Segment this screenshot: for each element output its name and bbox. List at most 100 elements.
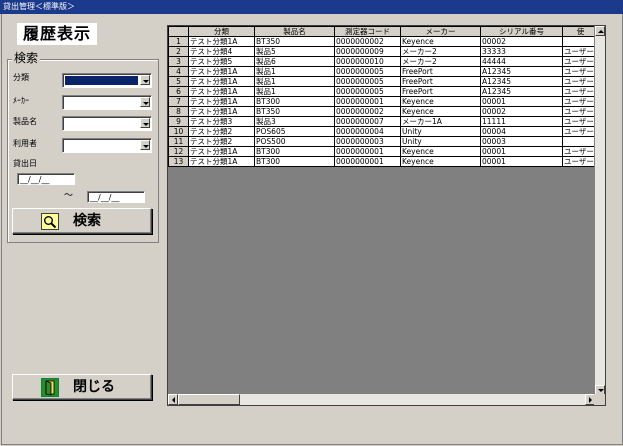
cell-maker[interactable]: Unity xyxy=(400,136,481,147)
category-select[interactable] xyxy=(62,73,152,88)
cell-maker[interactable]: メーカー2 xyxy=(400,56,481,67)
column-header-rownum[interactable] xyxy=(168,26,189,37)
cell-category[interactable]: テスト分類4 xyxy=(188,46,255,57)
cell-code[interactable]: 0000000005 xyxy=(334,86,401,97)
cell-product[interactable]: BT300 xyxy=(254,146,335,157)
horizontal-scrollbar[interactable] xyxy=(168,393,595,405)
date-from-input[interactable]: __/__/__ xyxy=(17,173,75,185)
cell-product[interactable]: POS500 xyxy=(254,136,335,147)
cell-row-number[interactable]: 7 xyxy=(168,96,189,107)
cell-product[interactable]: POS605 xyxy=(254,126,335,137)
history-grid[interactable]: 分類 製品名 測定器コード メーカー シリアル番号 使 1 テスト分類1A BT35… xyxy=(167,25,606,406)
cell-row-number[interactable]: 3 xyxy=(168,56,189,67)
cell-maker[interactable]: Keyence xyxy=(400,36,481,47)
cell-product[interactable]: 製品6 xyxy=(254,56,335,67)
cell-code[interactable]: 0000000004 xyxy=(334,126,401,137)
chevron-down-icon[interactable] xyxy=(140,75,150,85)
cell-row-number[interactable]: 10 xyxy=(168,126,189,137)
cell-maker[interactable]: Keyence xyxy=(400,156,481,167)
scroll-thumb[interactable] xyxy=(178,394,240,405)
cell-code[interactable]: 0000000005 xyxy=(334,66,401,77)
cell-category[interactable]: テスト分類1A xyxy=(188,156,255,167)
cell-serial[interactable]: A12345 xyxy=(480,66,563,77)
cell-category[interactable]: テスト分類1A xyxy=(188,96,255,107)
cell-maker[interactable]: Unity xyxy=(400,126,481,137)
table-row[interactable]: 12 テスト分類1A BT300 0000000001 Keyence 00001 ユーザー xyxy=(168,146,599,157)
cell-serial[interactable]: 00004 xyxy=(480,126,563,137)
cell-serial[interactable]: 00001 xyxy=(480,96,563,107)
cell-product[interactable]: BT300 xyxy=(254,156,335,167)
cell-code[interactable]: 0000000002 xyxy=(334,106,401,117)
cell-row-number[interactable]: 4 xyxy=(168,66,189,77)
cell-product[interactable]: 製品1 xyxy=(254,66,335,77)
cell-row-number[interactable]: 12 xyxy=(168,146,189,157)
cell-code[interactable]: 0000000001 xyxy=(334,96,401,107)
cell-row-number[interactable]: 11 xyxy=(168,136,189,147)
cell-product[interactable]: BT300 xyxy=(254,96,335,107)
column-header-product[interactable]: 製品名 xyxy=(254,26,335,37)
table-row[interactable]: 7 テスト分類1A BT300 0000000001 Keyence 00001 ユーザー xyxy=(168,96,599,107)
cell-product[interactable]: 製品1 xyxy=(254,86,335,97)
product-select[interactable] xyxy=(62,116,152,131)
cell-category[interactable]: テスト分類2 xyxy=(188,126,255,137)
cell-code[interactable]: 0000000010 xyxy=(334,56,401,67)
cell-serial[interactable]: A12345 xyxy=(480,76,563,87)
table-row[interactable]: 8 テスト分類1A BT350 0000000002 Keyence 00002 ユーザー xyxy=(168,106,599,117)
table-row[interactable]: 5 テスト分類1A 製品1 0000000005 FreePort A12345 ユーザー xyxy=(168,76,599,87)
cell-code[interactable]: 0000000001 xyxy=(334,146,401,157)
table-row[interactable]: 11 テスト分類2 POS500 0000000003 Unity 00003 xyxy=(168,136,599,147)
cell-row-number[interactable]: 5 xyxy=(168,76,189,87)
cell-serial[interactable]: 00001 xyxy=(480,146,563,157)
cell-row-number[interactable]: 9 xyxy=(168,116,189,127)
cell-category[interactable]: テスト分類1A xyxy=(188,106,255,117)
table-row[interactable]: 6 テスト分類1A 製品1 0000000005 FreePort A12345 ユーザー xyxy=(168,86,599,97)
table-row[interactable]: 9 テスト分類3 製品3 0000000007 メーカー1A 11111 ユーザー xyxy=(168,116,599,127)
cell-code[interactable]: 0000000003 xyxy=(334,136,401,147)
maker-select[interactable] xyxy=(62,95,152,110)
chevron-down-icon[interactable] xyxy=(140,118,150,128)
table-row[interactable]: 3 テスト分類5 製品6 0000000010 メーカー2 44444 ユーザー xyxy=(168,56,599,67)
cell-row-number[interactable]: 13 xyxy=(168,156,189,167)
cell-code[interactable]: 0000000009 xyxy=(334,46,401,57)
column-header-serial[interactable]: シリアル番号 xyxy=(480,26,563,37)
table-row[interactable]: 13 テスト分類1A BT300 0000000001 Keyence 00001 ユーザー xyxy=(168,156,599,167)
cell-maker[interactable]: メーカー2 xyxy=(400,46,481,57)
cell-category[interactable]: テスト分類3 xyxy=(188,116,255,127)
cell-serial[interactable]: 00002 xyxy=(480,106,563,117)
cell-serial[interactable]: A12345 xyxy=(480,86,563,97)
cell-category[interactable]: テスト分類1A xyxy=(188,86,255,97)
cell-product[interactable]: BT350 xyxy=(254,106,335,117)
chevron-down-icon[interactable] xyxy=(140,97,150,107)
cell-row-number[interactable]: 6 xyxy=(168,86,189,97)
cell-row-number[interactable]: 1 xyxy=(168,36,189,47)
cell-maker[interactable]: Keyence xyxy=(400,146,481,157)
table-row[interactable]: 1 テスト分類1A BT350 0000000002 Keyence 00002 xyxy=(168,36,599,47)
user-select[interactable] xyxy=(62,138,152,153)
cell-category[interactable]: テスト分類1A xyxy=(188,36,255,47)
cell-code[interactable]: 0000000007 xyxy=(334,116,401,127)
cell-maker[interactable]: FreePort xyxy=(400,66,481,77)
scroll-left-button[interactable] xyxy=(168,394,178,405)
cell-serial[interactable]: 00001 xyxy=(480,156,563,167)
search-button[interactable]: 検索 xyxy=(12,208,152,234)
date-to-input[interactable]: __/__/__ xyxy=(87,191,145,203)
cell-category[interactable]: テスト分類1A xyxy=(188,66,255,77)
cell-serial[interactable]: 00003 xyxy=(480,136,563,147)
column-header-maker[interactable]: メーカー xyxy=(400,26,481,37)
cell-category[interactable]: テスト分類1A xyxy=(188,146,255,157)
cell-maker[interactable]: メーカー1A xyxy=(400,116,481,127)
table-row[interactable]: 10 テスト分類2 POS605 0000000004 Unity 00004 ユーザー xyxy=(168,126,599,137)
cell-product[interactable]: 製品3 xyxy=(254,116,335,127)
column-header-code[interactable]: 測定器コード xyxy=(334,26,401,37)
cell-row-number[interactable]: 8 xyxy=(168,106,189,117)
table-row[interactable]: 4 テスト分類1A 製品1 0000000005 FreePort A12345 ユーザー xyxy=(168,66,599,77)
table-row[interactable]: 2 テスト分類4 製品5 0000000009 メーカー2 33333 ユーザー xyxy=(168,46,599,57)
chevron-down-icon[interactable] xyxy=(140,140,150,150)
vertical-scrollbar[interactable] xyxy=(594,26,605,395)
close-button[interactable]: 閉じる xyxy=(12,374,152,400)
cell-category[interactable]: テスト分類5 xyxy=(188,56,255,67)
cell-serial[interactable]: 33333 xyxy=(480,46,563,57)
cell-maker[interactable]: Keyence xyxy=(400,106,481,117)
cell-maker[interactable]: FreePort xyxy=(400,76,481,87)
cell-row-number[interactable]: 2 xyxy=(168,46,189,57)
